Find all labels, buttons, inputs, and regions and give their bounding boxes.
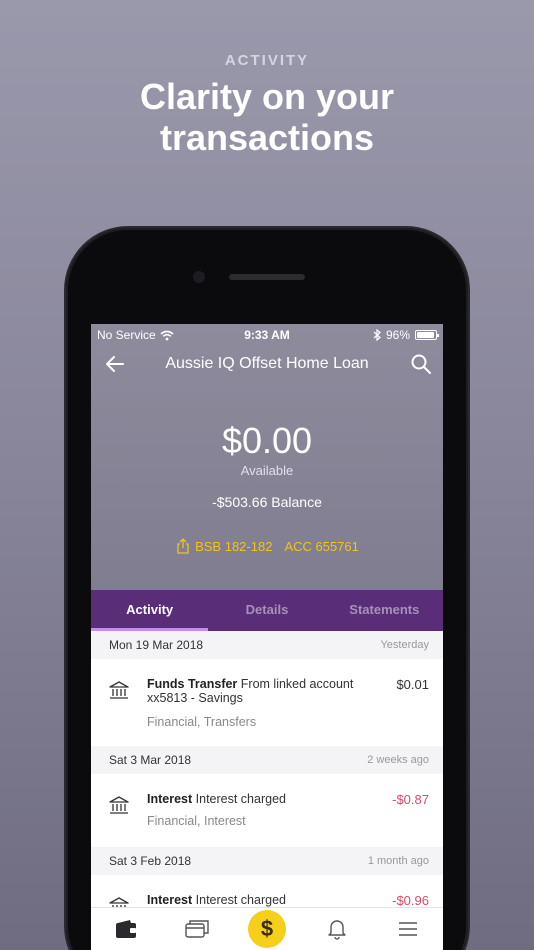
battery-icon bbox=[415, 330, 439, 340]
available-amount: $0.00 bbox=[221, 420, 313, 461]
battery-percent: 96% bbox=[385, 328, 410, 342]
bank-icon bbox=[109, 796, 129, 814]
tab-transfer[interactable]: $ bbox=[247, 909, 287, 949]
page-title: Aussie IQ Offset Home Loan bbox=[165, 355, 369, 372]
menu-icon bbox=[398, 922, 417, 936]
transaction-desc-line1: From linked account bbox=[240, 677, 354, 691]
transaction-amount: -$0.96 bbox=[392, 893, 429, 907]
tab-statements[interactable]: Statements bbox=[326, 590, 443, 631]
status-bar: No Service 9:33 AM 96% bbox=[91, 326, 443, 344]
day-relative: 2 weeks ago bbox=[367, 754, 429, 766]
battery-fill bbox=[417, 332, 434, 338]
bell-icon bbox=[328, 920, 347, 940]
account-header: No Service 9:33 AM 96% Aussie IQ Offset … bbox=[91, 324, 443, 590]
hero-title-line1: Clarity on your bbox=[139, 76, 395, 117]
wallet-icon bbox=[116, 920, 137, 938]
earpiece-speaker bbox=[229, 274, 305, 280]
transaction-list: Mon 19 Mar 2018 Yesterday Funds Transfer… bbox=[91, 631, 443, 907]
balance-text: -$503.66 Balance bbox=[212, 494, 322, 510]
account-tabs: Activity Details Statements bbox=[91, 590, 443, 631]
transaction-desc-line1: Interest charged bbox=[195, 792, 286, 806]
hero-kicker: ACTIVITY bbox=[224, 52, 310, 69]
bluetooth-icon bbox=[373, 329, 381, 341]
account-number: ACC 655761 bbox=[284, 538, 359, 554]
transaction-description: Interest Interest charged bbox=[147, 893, 367, 907]
available-label: Available bbox=[240, 463, 294, 478]
transaction-title: Interest bbox=[147, 792, 193, 806]
day-header: Sat 3 Mar 2018 2 weeks ago bbox=[91, 746, 443, 774]
transaction-description: Funds Transfer From linked account xx581… bbox=[147, 677, 367, 705]
tab-cards[interactable] bbox=[177, 909, 217, 949]
day-header: Sat 3 Feb 2018 1 month ago bbox=[91, 847, 443, 875]
tab-notifications[interactable] bbox=[317, 909, 357, 949]
transaction-category: Financial, Transfers bbox=[147, 715, 257, 729]
tab-activity[interactable]: Activity bbox=[91, 590, 209, 631]
share-account-details[interactable]: BSB 182-182 ACC 655761 bbox=[91, 538, 443, 554]
transaction-desc-line1: Interest charged bbox=[195, 893, 286, 907]
transaction-title: Interest bbox=[147, 893, 193, 907]
day-relative: 1 month ago bbox=[367, 855, 429, 867]
status-right: 96% bbox=[373, 328, 439, 342]
tab-menu[interactable] bbox=[388, 909, 428, 949]
bsb-number: BSB 182-182 bbox=[195, 538, 273, 554]
transaction-desc-line2: xx5813 - Savings bbox=[147, 691, 243, 705]
hero-title: Clarity on your transactions bbox=[0, 76, 534, 158]
transaction-amount: -$0.87 bbox=[392, 792, 429, 807]
search-icon[interactable] bbox=[409, 352, 433, 376]
day-date: Mon 19 Mar 2018 bbox=[109, 638, 204, 652]
dollar-icon: $ bbox=[247, 910, 286, 948]
transaction-description: Interest Interest charged bbox=[147, 792, 367, 806]
nav-bar: Aussie IQ Offset Home Loan bbox=[91, 350, 443, 380]
cards-icon bbox=[184, 920, 209, 938]
front-camera bbox=[193, 271, 205, 283]
bottom-tab-bar: $ bbox=[91, 907, 443, 950]
transaction-amount: $0.01 bbox=[396, 677, 429, 692]
bank-icon bbox=[109, 681, 129, 699]
bank-icon bbox=[109, 897, 129, 907]
transaction-row[interactable]: Interest Interest charged -$0.96 bbox=[91, 875, 443, 907]
tab-wallet[interactable] bbox=[106, 909, 146, 949]
day-header: Mon 19 Mar 2018 Yesterday bbox=[91, 631, 443, 659]
day-date: Sat 3 Feb 2018 bbox=[109, 854, 192, 868]
day-relative: Yesterday bbox=[380, 639, 429, 651]
tab-details[interactable]: Details bbox=[208, 590, 325, 631]
day-date: Sat 3 Mar 2018 bbox=[109, 753, 192, 767]
hero-title-line2: transactions bbox=[159, 117, 375, 158]
share-icon bbox=[177, 538, 189, 554]
transaction-row[interactable]: Funds Transfer From linked account xx581… bbox=[91, 659, 443, 746]
transaction-category: Financial, Interest bbox=[147, 814, 246, 828]
transaction-title: Funds Transfer bbox=[147, 677, 238, 691]
transaction-row[interactable]: Interest Interest charged Financial, Int… bbox=[91, 774, 443, 847]
phone-screen: No Service 9:33 AM 96% Aussie IQ Offset … bbox=[91, 324, 443, 950]
